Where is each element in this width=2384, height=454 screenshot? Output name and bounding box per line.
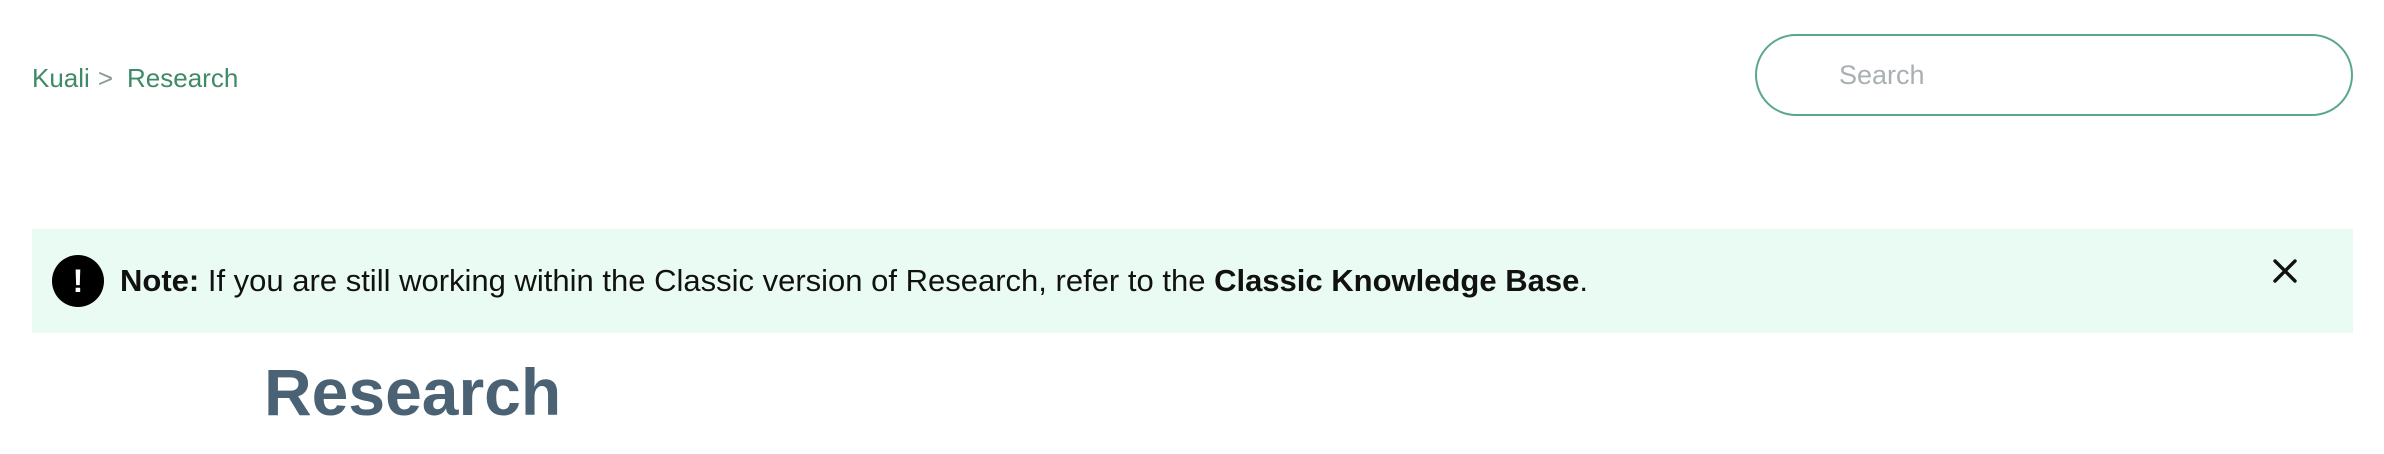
breadcrumb: Kuali > Research (32, 62, 238, 94)
note-trailing: . (1579, 263, 1588, 298)
search-box (1755, 34, 2353, 116)
breadcrumb-item-research[interactable]: Research (127, 62, 238, 94)
breadcrumb-separator: > (97, 63, 114, 93)
note-message: Note: If you are still working within th… (120, 263, 1588, 299)
note-body: If you are still working within the Clas… (207, 263, 1206, 298)
note-label: Note: (120, 263, 200, 298)
exclamation-icon: ! (52, 255, 104, 307)
close-button[interactable] (2265, 251, 2305, 291)
classic-knowledge-base-link[interactable]: Classic Knowledge Base (1214, 263, 1579, 298)
close-icon (2273, 259, 2297, 283)
note-banner: ! Note: If you are still working within … (32, 229, 2353, 333)
breadcrumb-item-kuali[interactable]: Kuali (32, 62, 90, 94)
page-title: Research (264, 355, 562, 429)
page: Kuali > Research ! Note: If you are stil… (0, 0, 2384, 454)
search-input[interactable] (1837, 58, 2321, 92)
